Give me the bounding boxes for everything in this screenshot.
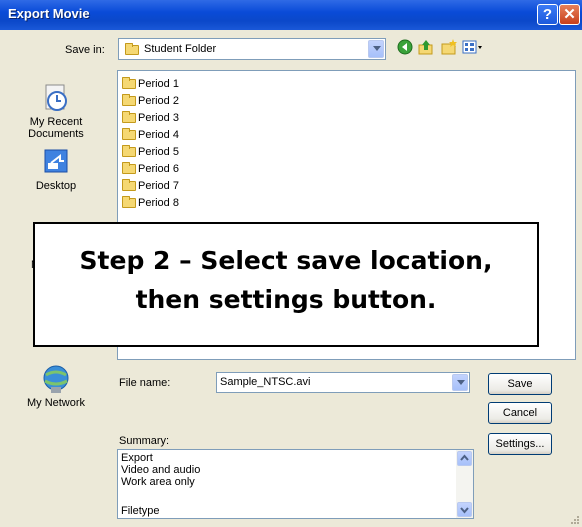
folder-icon — [122, 196, 136, 209]
save-in-label: Save in: — [65, 44, 105, 56]
folder-name: Period 2 — [138, 95, 179, 107]
folder-name: Period 1 — [138, 78, 179, 90]
file-name-value: Sample_NTSC.avi — [220, 376, 311, 388]
folder-icon — [122, 77, 136, 90]
summary-line: Video and audio — [121, 464, 201, 476]
folder-icon — [122, 94, 136, 107]
list-item-period-5[interactable]: Period 5 — [122, 144, 179, 160]
chevron-down-icon — [368, 40, 384, 58]
callout-line-1: Step 2 – Select save location, — [79, 246, 493, 275]
settings-button[interactable]: Settings... — [488, 433, 552, 455]
folder-icon — [122, 179, 136, 192]
file-name-input[interactable]: Sample_NTSC.avi — [216, 372, 470, 393]
summary-line: Filetype — [121, 505, 160, 517]
chevron-down-icon — [460, 507, 469, 514]
new-folder-icon[interactable] — [441, 39, 457, 55]
callout-line-2: then settings button. — [135, 285, 437, 314]
chevron-up-icon — [460, 454, 469, 461]
folder-icon — [125, 43, 139, 55]
list-item-period-3[interactable]: Period 3 — [122, 110, 179, 126]
folder-name: Period 4 — [138, 129, 179, 141]
summary-scrollbar[interactable] — [456, 450, 473, 518]
folder-icon — [122, 111, 136, 124]
help-button[interactable]: ? — [537, 4, 558, 25]
views-menu-icon[interactable] — [462, 39, 484, 55]
desktop-icon — [44, 149, 68, 173]
instruction-callout: Step 2 – Select save location, then sett… — [33, 222, 539, 347]
title-bar: Export Movie ? ✕ — [0, 0, 582, 30]
folder-name: Period 3 — [138, 112, 179, 124]
place-label: My Network — [26, 397, 86, 409]
summary-box: Export Video and audio Work area only Fi… — [117, 449, 474, 519]
chevron-down-icon[interactable] — [452, 374, 468, 391]
summary-line: Export — [121, 452, 153, 464]
network-icon — [43, 365, 69, 393]
place-my-recent-documents[interactable]: My Recent Documents — [13, 82, 99, 140]
folder-name: Period 7 — [138, 180, 179, 192]
close-button[interactable]: ✕ — [559, 4, 580, 25]
scroll-up-button[interactable] — [457, 451, 472, 466]
place-label: My Recent Documents — [28, 116, 84, 140]
save-in-dropdown[interactable]: Student Folder — [118, 38, 386, 60]
list-item-period-6[interactable]: Period 6 — [122, 161, 179, 177]
place-label: Desktop — [35, 180, 77, 192]
cancel-button[interactable]: Cancel — [488, 402, 552, 424]
folder-icon — [122, 145, 136, 158]
folder-icon — [122, 162, 136, 175]
folder-name: Period 5 — [138, 146, 179, 158]
summary-label: Summary: — [119, 435, 170, 447]
resize-grip-icon[interactable] — [568, 513, 580, 525]
place-desktop[interactable]: Desktop — [13, 148, 99, 192]
folder-name: Period 6 — [138, 163, 179, 175]
file-name-label: File name: — [119, 377, 171, 389]
list-item-period-1[interactable]: Period 1 — [122, 76, 179, 92]
save-button[interactable]: Save — [488, 373, 552, 395]
list-item-period-2[interactable]: Period 2 — [122, 93, 179, 109]
recent-documents-icon — [45, 84, 67, 111]
list-item-period-7[interactable]: Period 7 — [122, 178, 179, 194]
window-title: Export Movie — [8, 6, 90, 21]
up-folder-icon[interactable] — [418, 39, 434, 55]
back-icon[interactable] — [397, 39, 413, 55]
place-my-network[interactable]: My Network — [13, 363, 99, 409]
scroll-down-button[interactable] — [457, 502, 472, 517]
summary-line: Work area only — [121, 476, 195, 488]
folder-icon — [122, 128, 136, 141]
folder-name: Period 8 — [138, 197, 179, 209]
list-item-period-4[interactable]: Period 4 — [122, 127, 179, 143]
save-in-value: Student Folder — [144, 43, 217, 55]
list-item-period-8[interactable]: Period 8 — [122, 195, 179, 211]
